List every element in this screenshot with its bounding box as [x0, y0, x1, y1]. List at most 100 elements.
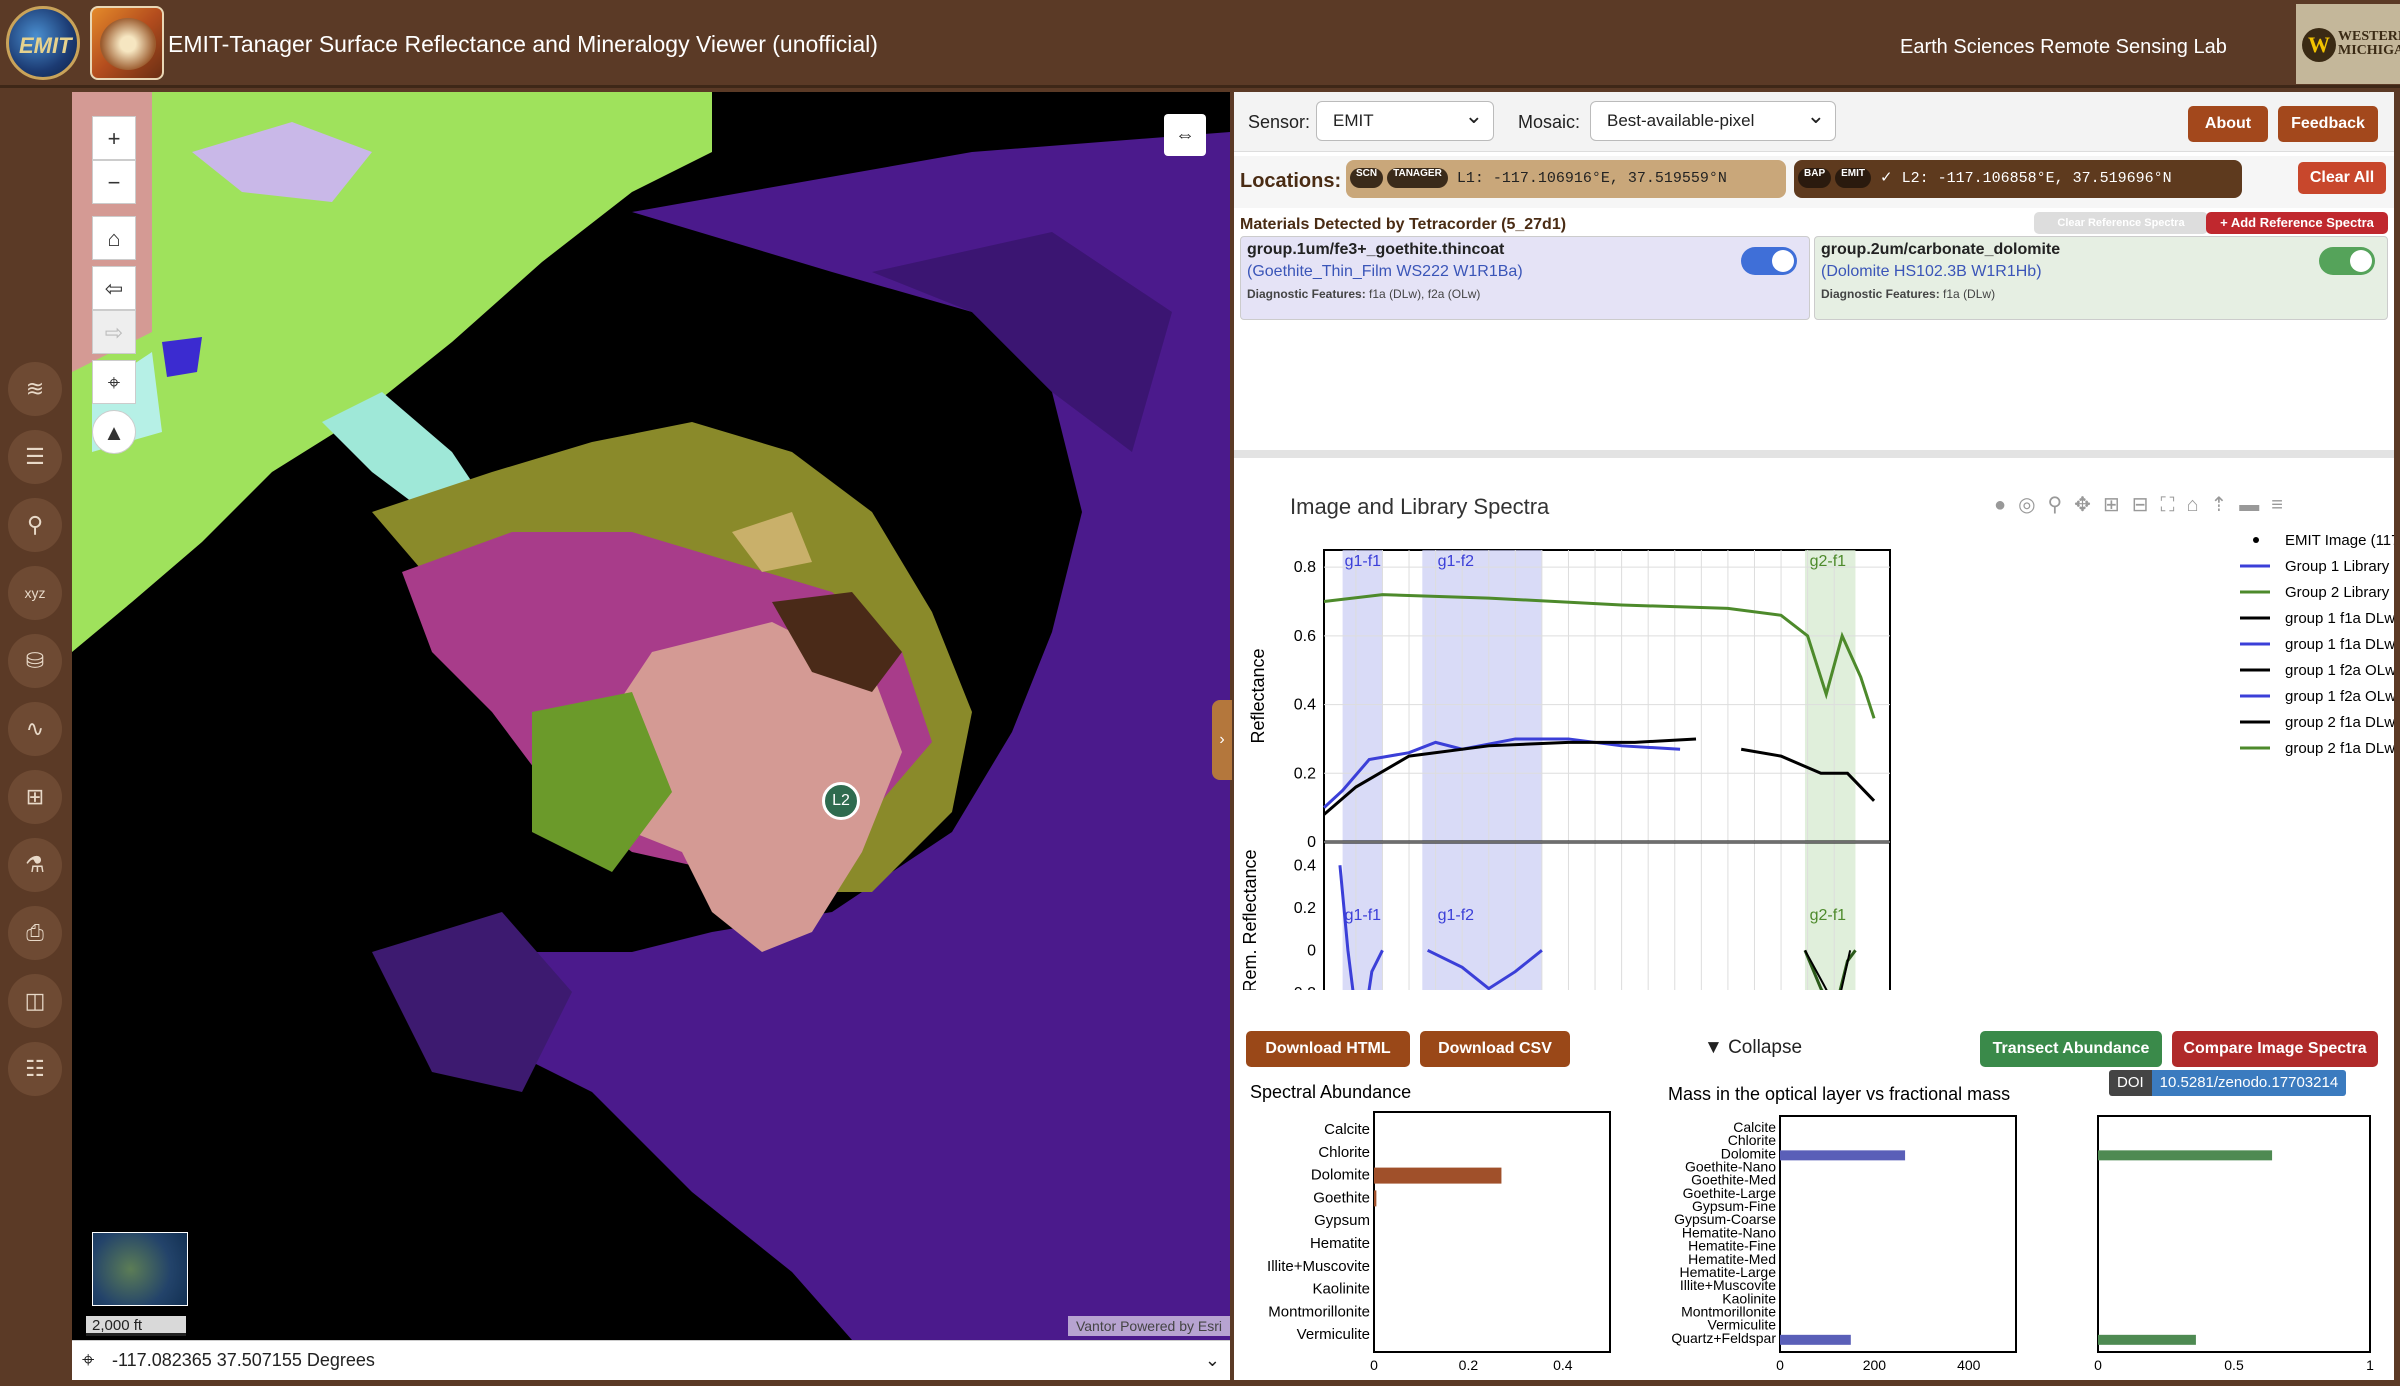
header-bar: EMIT EMIT-Tanager Surface Reflectance an… [0, 0, 2400, 88]
xyz-icon[interactable]: xyz [8, 566, 62, 620]
emit-tag: EMIT [1835, 168, 1872, 189]
abundance-title-2: Mass in the optical layer vs fractional … [1668, 1084, 2010, 1104]
back-extent-button[interactable]: ⇦ [92, 266, 136, 310]
bap-tag: BAP [1798, 168, 1832, 189]
clear-all-button[interactable]: Clear All [2298, 162, 2386, 194]
map-view[interactable]: + − ⌂ ⇦ ⇨ ⌖ ▲ ⇔ L2 2,000 ft Vantor Power… [72, 92, 1230, 1340]
overview-map[interactable] [92, 1232, 188, 1306]
location-chip-l2[interactable]: BAP EMIT ✓ L2: -117.106858°E, 37.519696°N [1794, 160, 2242, 198]
coordinate-bar: ⌖ -117.082365 37.507155 Degrees ⌄ [72, 1340, 1230, 1380]
forward-extent-button[interactable]: ⇨ [92, 310, 136, 354]
card-group-name: group.2um/carbonate_dolomite [1821, 241, 2061, 258]
abundance-frame-1 [1373, 1111, 1611, 1353]
band-label-bottom: g1-f2 [1438, 907, 1475, 924]
control-bar: Sensor: EMIT Mosaic: Best-available-pixe… [1234, 92, 2394, 152]
grid-icon[interactable]: ⊞ [8, 770, 62, 824]
x-tick-label: 200 [1863, 1357, 1887, 1372]
app-window: EMIT EMIT-Tanager Surface Reflectance an… [0, 0, 2400, 1386]
emit-logo: EMIT [6, 6, 80, 80]
sensor-label: Sensor: [1248, 112, 1311, 132]
mineral-label: Calcite [1324, 1121, 1370, 1138]
card-group-name: group.1um/fe3+_goethite.thincoat [1247, 241, 1505, 258]
band-label-top: g2-f1 [1810, 553, 1847, 570]
legend-label: group 1 f1a DLw (library cont. rem.) [2285, 636, 2394, 653]
mass-bar [1780, 1334, 1851, 1345]
legend-label: EMIT Image (117.106858°W 37.519696°N) [2285, 532, 2394, 549]
sensor-select[interactable]: EMIT [1316, 97, 1494, 141]
flask-icon[interactable]: ⚗ [8, 838, 62, 892]
x-tick-label: 0.2 [1459, 1357, 1479, 1372]
mineral-map[interactable] [72, 92, 1230, 1340]
y-tick-label: 0.6 [1294, 628, 1316, 645]
material-card-goethite[interactable]: group.1um/fe3+_goethite.thincoat (Goethi… [1240, 236, 1810, 320]
location-chip-l1[interactable]: SCN TANAGER L1: -117.106916°E, 37.519559°… [1346, 160, 1786, 198]
mineral-label: Quartz+Feldspar [1671, 1330, 1776, 1346]
materials-title: Materials Detected by Tetracorder (5_27d… [1240, 216, 1567, 233]
card-diagnostic: Diagnostic Features: f1a (DLw), f2a (OLw… [1247, 287, 1481, 301]
l2-coordinates: L2: -117.106858°E, 37.519696°N [1901, 170, 2172, 187]
compass-button[interactable]: ▲ [92, 410, 136, 454]
about-button[interactable]: About [2188, 106, 2268, 142]
legend-marker [2253, 537, 2259, 543]
app-title: EMIT-Tanager Surface Reflectance and Min… [168, 31, 878, 57]
coordinate-readout: -117.082365 37.507155 Degrees [112, 1350, 375, 1370]
location-marker-l2[interactable]: L2 [822, 782, 860, 820]
l1-coordinates: L1: -117.106916°E, 37.519559°N [1456, 170, 1727, 187]
legend-label: Group 2 Library (Dolomite HS102.3B W1R1H… [2285, 584, 2394, 601]
transect-abundance-button[interactable]: Transect Abundance [1980, 1031, 2162, 1067]
download-html-button[interactable]: Download HTML [1246, 1031, 1410, 1067]
university-logo: WWESTERNMICHIGAN [2296, 4, 2400, 84]
dolomite-toggle[interactable] [2319, 247, 2375, 275]
feature-band [1422, 550, 1542, 990]
abundance-charts[interactable]: Spectral Abundance Mass in the optical la… [1234, 1072, 2394, 1372]
x-tick-label: 0.4 [1553, 1357, 1573, 1372]
locate-button[interactable]: ⌖ [92, 360, 136, 404]
y-tick-label: 0.8 [1294, 559, 1316, 576]
search-icon[interactable]: ⚲ [8, 498, 62, 552]
download-csv-button[interactable]: Download CSV [1420, 1031, 1570, 1067]
material-card-dolomite[interactable]: group.2um/carbonate_dolomite (Dolomite H… [1814, 236, 2388, 320]
clear-reference-button[interactable]: Clear Reference Spectra [2034, 212, 2208, 234]
mineral-label: Goethite [1313, 1189, 1370, 1206]
filter-icon[interactable]: ☷ [8, 1042, 62, 1096]
layers-icon[interactable]: ≋ [8, 362, 62, 416]
feedback-button[interactable]: Feedback [2278, 106, 2378, 142]
mineral-label: Dolomite [1311, 1167, 1370, 1184]
mineral-label: Montmorillonite [1268, 1303, 1370, 1320]
card-library-name[interactable]: (Dolomite HS102.3B W1R1Hb) [1821, 263, 2381, 281]
collapse-toggle[interactable]: ▼ Collapse [1704, 1037, 1802, 1059]
band-label-bottom: g1-f1 [1345, 907, 1382, 924]
band-label-bottom: g2-f1 [1810, 907, 1847, 924]
abundance-bar [1374, 1167, 1502, 1184]
database-icon[interactable]: ⛁ [8, 634, 62, 688]
mosaic-select[interactable]: Best-available-pixel [1590, 97, 1836, 141]
card-library-name[interactable]: (Goethite_Thin_Film WS222 W1R1Ba) [1247, 263, 1803, 281]
list-icon[interactable]: ☰ [8, 430, 62, 484]
x-tick-label: 0 [1776, 1357, 1784, 1372]
zoom-out-button[interactable]: − [92, 160, 136, 204]
band-label-top: g1-f2 [1438, 553, 1475, 570]
chart-icon[interactable]: ∿ [8, 702, 62, 756]
lab-name: Earth Sciences Remote Sensing Lab [1900, 36, 2227, 58]
chevron-down-icon[interactable]: ⌄ [1205, 1341, 1220, 1379]
compare-icon[interactable]: ◫ [8, 974, 62, 1028]
spectra-chart[interactable]: 0.80.60.40.200.40.20−0.2−0.40.511.52Wave… [1234, 470, 2394, 990]
mineral-label: Vermiculite [1297, 1326, 1370, 1343]
y-tick-label: 0.2 [1294, 765, 1316, 782]
legend-label: group 2 f1a DLw (image cont. rem.) [2285, 714, 2394, 731]
print-icon[interactable]: ⎙ [8, 906, 62, 960]
zoom-in-button[interactable]: + [92, 116, 136, 160]
add-reference-button[interactable]: + Add Reference Spectra [2206, 212, 2388, 234]
panel-divider[interactable] [1234, 450, 2394, 458]
mineral-label: Hematite [1310, 1235, 1370, 1252]
home-button[interactable]: ⌂ [92, 216, 136, 260]
compare-image-spectra-button[interactable]: Compare Image Spectra [2172, 1031, 2378, 1067]
x-tick-label: 1 [2366, 1357, 2374, 1372]
fraction-bar [2098, 1334, 2196, 1345]
check-icon: ✓ [1880, 170, 1893, 187]
collapse-panel-tab[interactable]: › [1212, 700, 1232, 780]
expand-map-button[interactable]: ⇔ [1164, 114, 1206, 156]
mass-bar [1780, 1150, 1906, 1161]
legend-label: group 1 f1a DLw (image cont. rem.) [2285, 610, 2394, 627]
goethite-toggle[interactable] [1741, 247, 1797, 275]
